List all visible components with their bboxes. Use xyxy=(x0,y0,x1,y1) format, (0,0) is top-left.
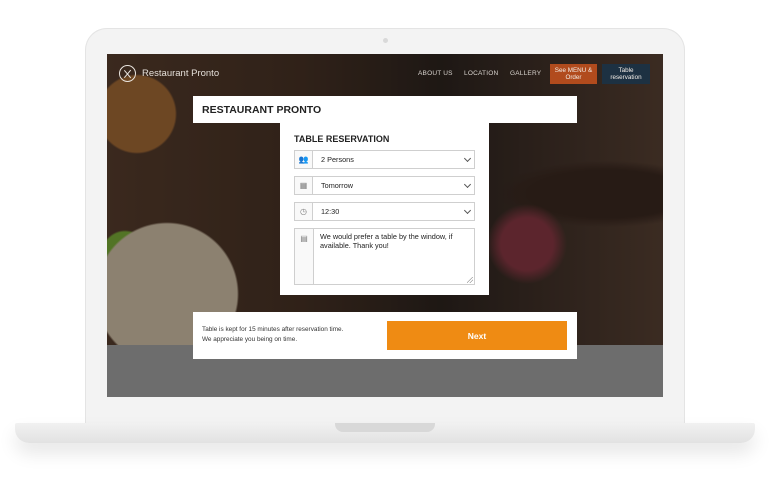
modal-header: RESTAURANT PRONTO xyxy=(193,96,577,123)
date-select[interactable]: Tomorrow xyxy=(313,176,475,195)
see-menu-button[interactable]: See MENU & Order xyxy=(550,64,597,84)
time-value: 12:30 xyxy=(321,207,340,216)
clock-icon: ◷ xyxy=(294,202,313,221)
note-icon: ▤ xyxy=(294,228,313,285)
brand-name: Restaurant Pronto xyxy=(142,68,220,79)
date-value: Tomorrow xyxy=(321,181,354,190)
brand[interactable]: Restaurant Pronto xyxy=(119,65,219,82)
persons-value: 2 Persons xyxy=(321,155,354,164)
next-button[interactable]: Next xyxy=(387,321,567,350)
modal-footer: Table is kept for 15 minutes after reser… xyxy=(193,312,577,359)
note-textarea[interactable]: We would prefer a table by the window, i… xyxy=(313,228,475,285)
footer-note: Table is kept for 15 minutes after reser… xyxy=(202,325,343,345)
footer-note-line2: We appreciate you being on time. xyxy=(202,336,298,343)
nav-about-us[interactable]: ABOUT US xyxy=(418,70,453,77)
chevron-down-icon xyxy=(463,206,472,215)
nav-location[interactable]: LOCATION xyxy=(464,70,498,77)
resize-grip-icon[interactable] xyxy=(467,277,473,283)
modal-title: RESTAURANT PRONTO xyxy=(202,103,322,116)
form-title: TABLE RESERVATION xyxy=(294,134,390,144)
table-reservation-button[interactable]: Table reservation xyxy=(602,64,650,84)
camera-icon xyxy=(383,38,388,43)
footer-note-line1: Table is kept for 15 minutes after reser… xyxy=(202,326,344,333)
nav-gallery[interactable]: GALLERY xyxy=(510,70,541,77)
chevron-down-icon xyxy=(463,154,472,163)
calendar-icon: ▦ xyxy=(294,176,313,195)
laptop-notch xyxy=(335,423,435,432)
reservation-form: TABLE RESERVATION 👥 2 Persons ▦ Tomorrow… xyxy=(280,123,489,295)
time-select[interactable]: 12:30 xyxy=(313,202,475,221)
persons-select[interactable]: 2 Persons xyxy=(313,150,475,169)
people-icon: 👥 xyxy=(294,150,313,169)
brand-logo-icon xyxy=(119,65,136,82)
chevron-down-icon xyxy=(463,180,472,189)
